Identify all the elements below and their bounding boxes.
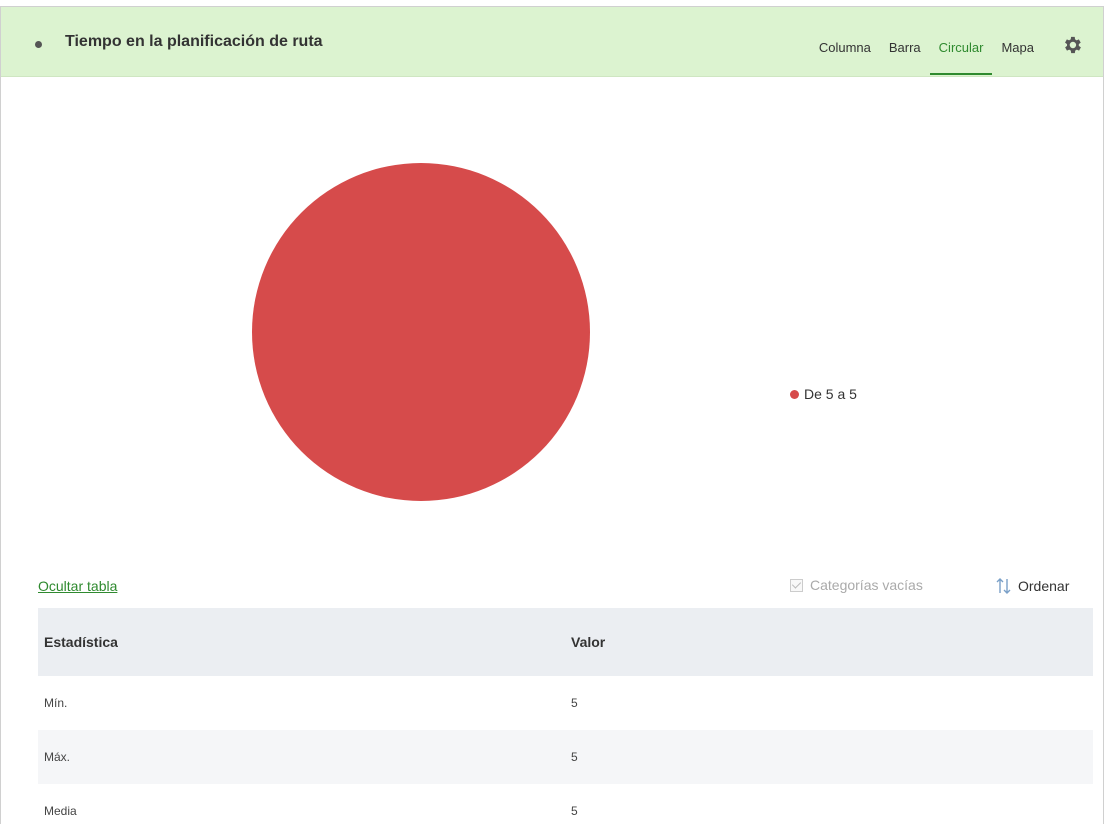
- sort-arrows-icon: [996, 578, 1011, 594]
- sort-label: Ordenar: [1018, 578, 1070, 594]
- table-cell-value: 5: [565, 730, 1093, 784]
- table-row: Media 5: [38, 784, 1093, 838]
- table-header-row: Estadística Valor: [38, 608, 1093, 676]
- tab-barra[interactable]: Barra: [880, 37, 930, 75]
- column-header-value: Valor: [565, 608, 1093, 676]
- table-toolbar: Ocultar tabla Categorías vacías Ordenar: [1, 569, 1103, 599]
- chart-legend: De 5 a 5: [790, 386, 857, 402]
- legend-marker: [790, 389, 799, 399]
- legend-label: De 5 a 5: [804, 386, 857, 402]
- table-row: Mín. 5: [38, 676, 1093, 730]
- tab-mapa[interactable]: Mapa: [992, 37, 1043, 75]
- chart-type-tabs: Columna Barra Circular Mapa: [810, 37, 1043, 75]
- question-panel: Tiempo en la planificación de ruta Colum…: [0, 6, 1104, 824]
- table-cell-value: 5: [571, 804, 578, 818]
- tab-columna[interactable]: Columna: [810, 37, 880, 75]
- empty-categories-label: Categorías vacías: [810, 577, 923, 593]
- hide-table-link[interactable]: Ocultar tabla: [38, 578, 117, 594]
- table-cell-statistic: Media: [44, 804, 77, 818]
- table-cell-statistic: Mín.: [44, 696, 68, 710]
- table-row: Máx. 5: [38, 730, 1093, 784]
- table-cell-value: 5: [571, 696, 578, 710]
- empty-categories-toggle[interactable]: Categorías vacías: [790, 577, 923, 593]
- column-header-statistic: Estadística: [38, 608, 565, 676]
- pie-chart: [252, 163, 590, 501]
- question-title: Tiempo en la planificación de ruta: [65, 33, 323, 50]
- question-header: Tiempo en la planificación de ruta Colum…: [1, 7, 1103, 77]
- pie-slice[interactable]: [252, 163, 590, 501]
- sort-button[interactable]: Ordenar: [994, 577, 1069, 595]
- gear-icon[interactable]: [1061, 34, 1083, 56]
- statistics-table: Estadística Valor Mín. 5 Máx. 5 Media 5: [38, 608, 1093, 838]
- empty-categories-checkbox[interactable]: [790, 578, 803, 592]
- bullet-icon: [35, 41, 42, 48]
- tab-circular[interactable]: Circular: [929, 37, 993, 75]
- pie-chart-area: De 5 a 5: [1, 77, 1103, 567]
- table-cell-statistic: Máx.: [38, 730, 565, 784]
